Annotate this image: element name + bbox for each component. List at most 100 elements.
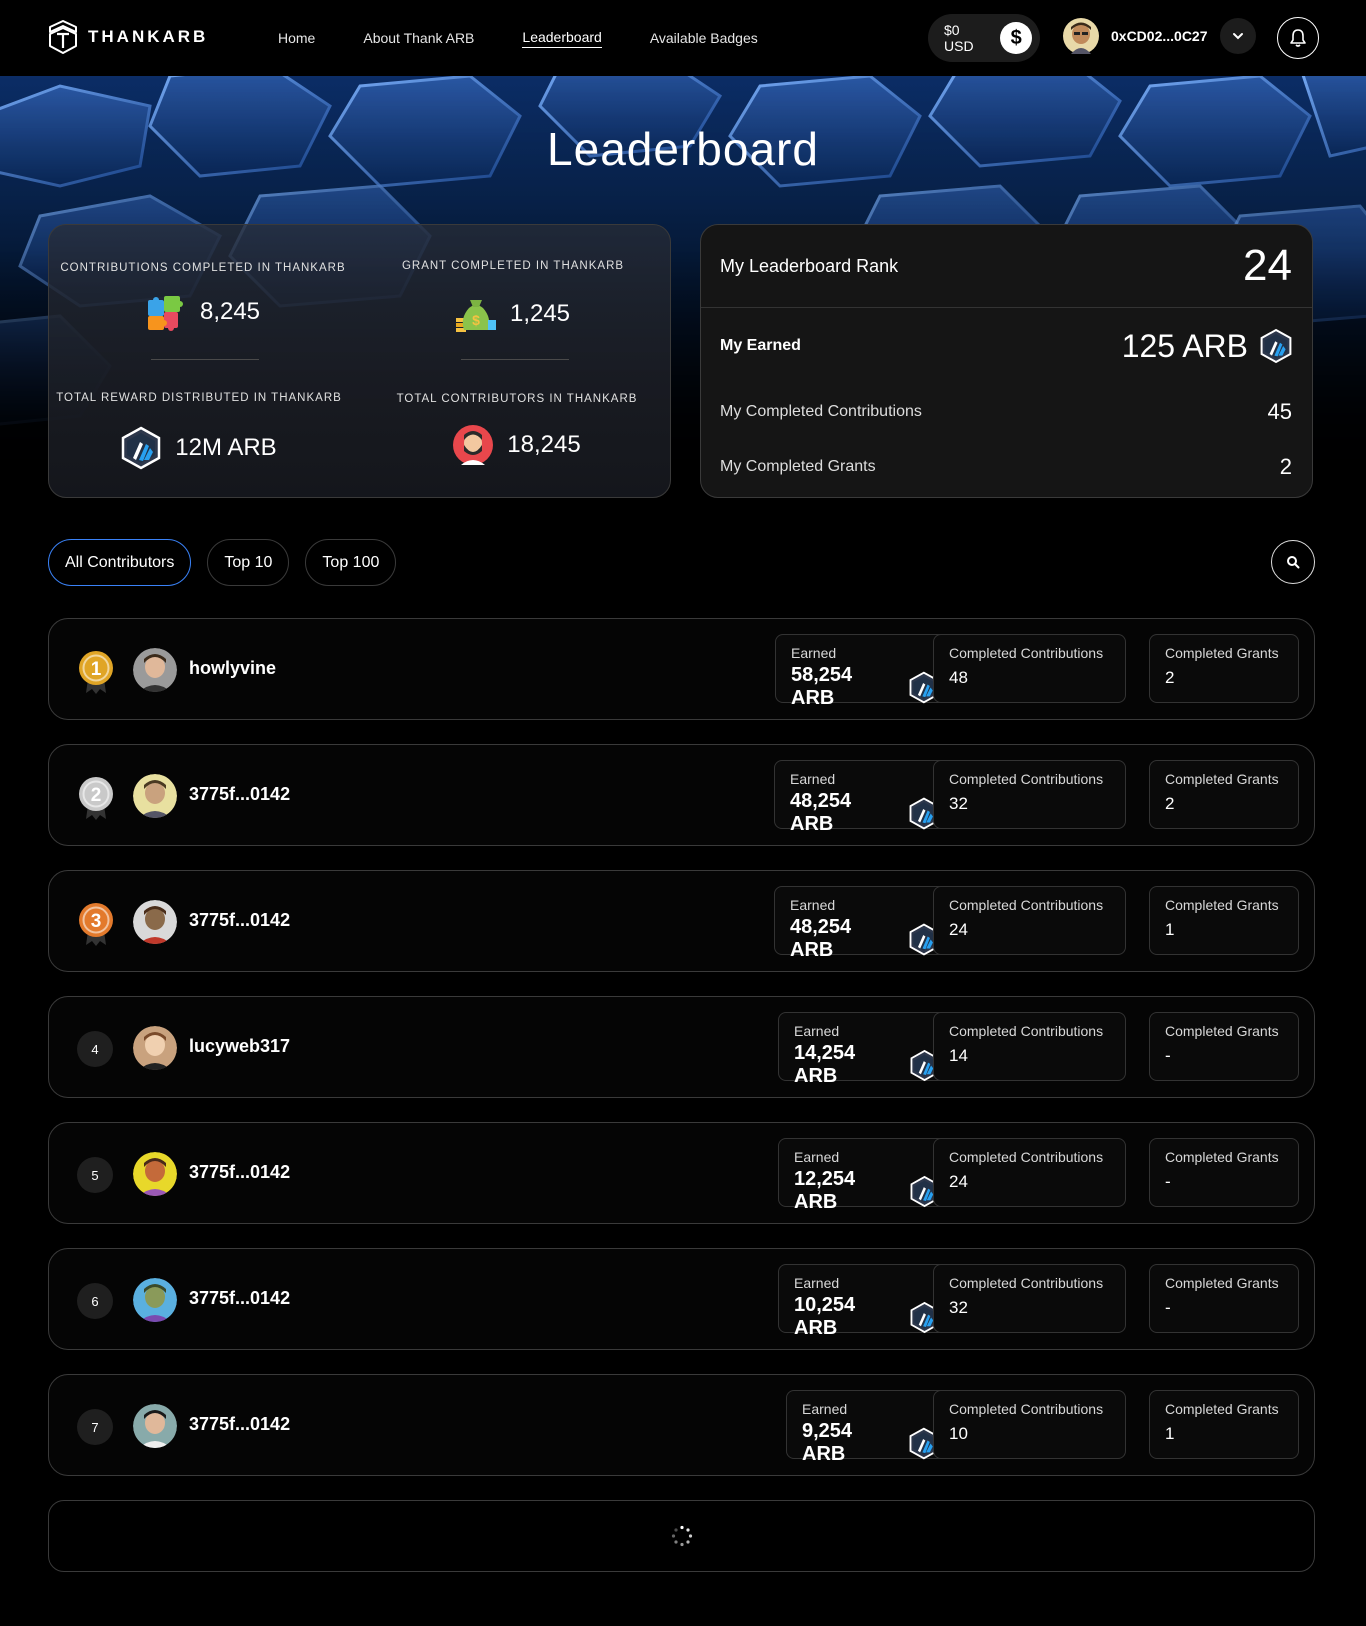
stat-label: CONTRIBUTIONS COMPLETED IN THANKARB — [60, 262, 346, 274]
earned-value: 14,254 ARB — [794, 1042, 856, 1087]
avatar — [133, 774, 177, 818]
my-earned-value: 125 ARB — [1121, 327, 1248, 364]
filter-tabs: All Contributors Top 10 Top 100 — [48, 539, 397, 586]
stat-value: 8,245 — [199, 298, 261, 325]
contributions-value: 32 — [949, 794, 968, 813]
earned-box: Earned 48,254 ARB — [774, 886, 955, 961]
grants-box: Completed Grants 2 — [1149, 760, 1299, 829]
contributions-value: 32 — [949, 1298, 968, 1317]
rank-number: 3 — [91, 911, 102, 932]
stat-contributions: CONTRIBUTIONS COMPLETED IN THANKARB 8,24… — [53, 262, 353, 332]
rank-number: 2 — [91, 785, 102, 806]
earned-box: Earned 58,254 ARB — [775, 634, 955, 709]
top-nav: THANKARB Home About Thank ARB Leaderboar… — [0, 0, 1366, 76]
medal-icon: 3 — [79, 903, 113, 946]
earned-label: Earned — [794, 1149, 840, 1165]
search-icon — [1287, 556, 1300, 569]
my-contrib-label: My Completed Contributions — [720, 403, 922, 420]
nav-leaderboard[interactable]: Leaderboard — [522, 29, 602, 48]
wallet-address: 0xCD02...0C27 — [1111, 28, 1208, 44]
avatar — [133, 648, 177, 692]
earned-label: Earned — [791, 645, 837, 661]
username[interactable]: 3775f...0142 — [189, 910, 290, 931]
leaderboard-row[interactable]: 1 howlyvine Earned 58,254 ARB Completed Cont… — [48, 618, 1315, 720]
medal-icon: 1 — [79, 651, 113, 694]
rank-number: 1 — [91, 659, 102, 680]
grants-value: 1 — [1165, 1424, 1175, 1443]
arbitrum-icon — [122, 426, 161, 470]
leaderboard-row[interactable]: 7 3775f...0142 Earned 9,254 ARB Completed Co… — [48, 1374, 1315, 1476]
contributions-label: Completed Contributions — [949, 897, 1104, 913]
leaderboard-row[interactable]: 6 3775f...0142 Earned 10,254 ARB Completed C… — [48, 1248, 1315, 1350]
rank-number: 7 — [77, 1409, 113, 1445]
loading-more — [48, 1500, 1315, 1572]
brand-logo[interactable]: THANKARB — [48, 20, 208, 54]
username[interactable]: 3775f...0142 — [189, 1414, 290, 1435]
username[interactable]: 3775f...0142 — [189, 1288, 290, 1309]
my-grants-value: 2 — [1279, 454, 1292, 479]
wallet-menu[interactable]: 0xCD02...0C27 — [1063, 18, 1256, 54]
balance-text: $0 USD — [944, 22, 974, 54]
grants-label: Completed Grants — [1165, 771, 1279, 787]
notification-bell-icon[interactable] — [1277, 17, 1319, 59]
stat-reward: TOTAL REWARD DISTRIBUTED IN THANKARB 12M… — [49, 392, 349, 470]
grants-value: 2 — [1165, 668, 1175, 687]
my-rank-value: 24 — [1243, 241, 1292, 290]
contributions-label: Completed Contributions — [949, 1275, 1104, 1291]
earned-label: Earned — [802, 1401, 848, 1417]
leaderboard-row[interactable]: 2 3775f...0142 Earned 48,254 ARB Completed C… — [48, 744, 1315, 846]
contributions-box: Completed Contributions 24 — [933, 1138, 1126, 1207]
username[interactable]: 3775f...0142 — [189, 1162, 290, 1183]
nav-home[interactable]: Home — [278, 30, 315, 46]
contributions-value: 10 — [949, 1424, 968, 1443]
username[interactable]: howlyvine — [189, 658, 276, 679]
leaderboard-row[interactable]: 4 lucyweb317 Earned 14,254 ARB Completed Con… — [48, 996, 1315, 1098]
contributions-box: Completed Contributions 14 — [933, 1012, 1126, 1081]
my-earned-label: My Earned — [720, 337, 801, 354]
my-grants-label: My Completed Grants — [720, 458, 876, 475]
earned-label: Earned — [790, 771, 836, 787]
earned-box: Earned 9,254 ARB — [786, 1390, 955, 1465]
avatar — [133, 1152, 177, 1196]
nav-badges[interactable]: Available Badges — [650, 30, 758, 46]
username[interactable]: 3775f...0142 — [189, 784, 290, 805]
balance-pill[interactable]: $0 USD $ — [928, 14, 1040, 62]
contributions-label: Completed Contributions — [949, 771, 1104, 787]
divider — [151, 359, 259, 360]
stat-value: 18,245 — [507, 431, 581, 458]
earned-value: 48,254 ARB — [790, 916, 852, 961]
leaderboard-row[interactable]: 5 3775f...0142 Earned 12,254 ARB Completed C… — [48, 1122, 1315, 1224]
contributions-value: 48 — [949, 668, 968, 687]
nav-about[interactable]: About Thank ARB — [363, 30, 474, 46]
filter-top-10[interactable]: Top 10 — [207, 539, 290, 586]
avatar — [133, 1278, 177, 1322]
contributions-box: Completed Contributions 10 — [933, 1390, 1126, 1459]
search-button[interactable] — [1271, 540, 1315, 584]
earned-value: 48,254 ARB — [790, 790, 852, 835]
filter-top-100[interactable]: Top 100 — [305, 539, 397, 586]
earned-value: 12,254 ARB — [794, 1168, 856, 1213]
filter-all-contributors[interactable]: All Contributors — [48, 539, 192, 586]
earned-label: Earned — [794, 1275, 840, 1291]
chevron-down-icon[interactable] — [1219, 18, 1256, 54]
contributions-box: Completed Contributions 48 — [933, 634, 1126, 703]
contributions-box: Completed Contributions 32 — [933, 1264, 1126, 1333]
grants-label: Completed Grants — [1165, 1023, 1279, 1039]
rank-number: 4 — [77, 1031, 113, 1067]
stat-label: TOTAL REWARD DISTRIBUTED IN THANKARB — [56, 392, 342, 404]
avatar — [133, 1026, 177, 1070]
grants-label: Completed Grants — [1165, 645, 1279, 661]
divider — [461, 359, 569, 360]
money-bag-icon: $ — [455, 300, 496, 332]
username[interactable]: lucyweb317 — [189, 1036, 290, 1057]
grants-value: 1 — [1165, 920, 1175, 939]
my-rank-card: My Leaderboard Rank 24 My Earned 125 ARB… — [700, 224, 1313, 498]
logo-icon — [49, 20, 77, 54]
grants-box: Completed Grants 2 — [1149, 634, 1299, 703]
leaderboard-row[interactable]: 3 3775f...0142 Earned 48,254 ARB Completed C… — [48, 870, 1315, 972]
rank-number: 6 — [77, 1283, 113, 1319]
spinner-icon — [671, 1525, 692, 1547]
avatar — [133, 1404, 177, 1448]
grants-box: Completed Grants 1 — [1149, 1390, 1299, 1459]
earned-box: Earned 48,254 ARB — [774, 760, 955, 835]
